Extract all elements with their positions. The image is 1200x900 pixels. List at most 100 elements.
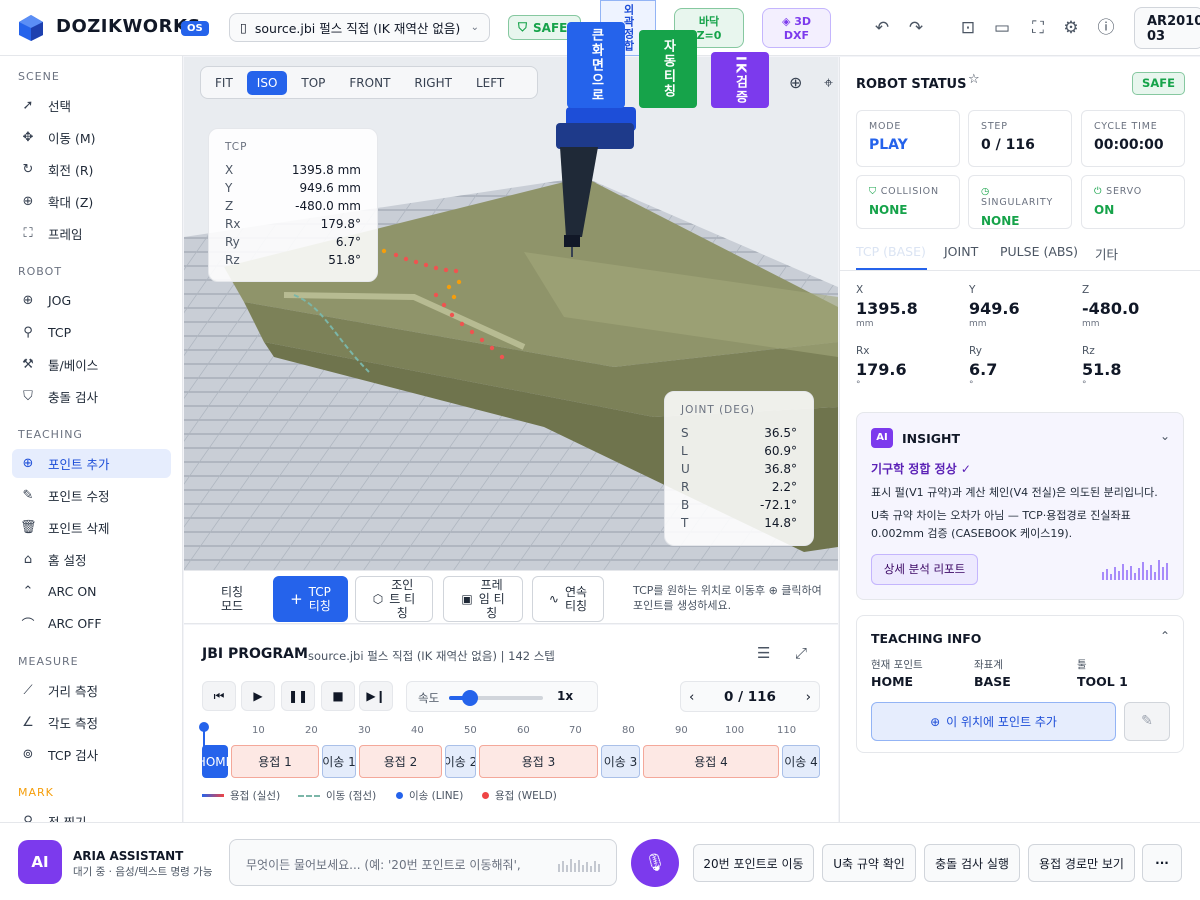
sidebar-item-tcp-check[interactable]: ⊚ TCP 검사 (12, 740, 171, 769)
sidebar-item-angle[interactable]: ∠ 각도 측정 (12, 708, 171, 737)
sidebar-item-mark-point[interactable]: ⚲ 점 찍기 (12, 807, 171, 822)
sidebar-item-add-point[interactable]: ⊕ 포인트 추가 (12, 449, 171, 478)
speed-slider-track[interactable] (449, 690, 543, 706)
add-point-here-button[interactable]: ⊕ 이 위치에 포인트 추가 (871, 702, 1116, 741)
skip-start-button[interactable]: ⏮ (202, 681, 236, 711)
view-tab-right[interactable]: RIGHT (404, 71, 462, 95)
tab-pulse[interactable]: PULSE (ABS) (1000, 244, 1078, 259)
tcp-teach-button[interactable]: + TCP 티칭 (273, 576, 348, 622)
fullscreen-view-button[interactable]: 큰화면으로 (567, 22, 625, 108)
timeline-segment-weld-1[interactable]: 용접 1 (231, 745, 319, 778)
sidebar-item-jog[interactable]: ⊕ JOG (12, 286, 171, 315)
chevron-up-icon[interactable]: ⌃ (1160, 629, 1170, 643)
file-selector[interactable]: ▯ source.jbi 펄스 직접 (IK 재역산 없음) ⌄ (229, 13, 490, 42)
view-tab-front[interactable]: FRONT (339, 71, 400, 95)
current-point-label: 현재 포인트 (871, 659, 923, 671)
timeline-segment-move-3[interactable]: 이송 3 (601, 745, 640, 778)
help-icon[interactable]: ⓘ (1095, 17, 1117, 39)
view-tab-fit[interactable]: FIT (205, 71, 243, 95)
joint-teach-button[interactable]: ⬡ 조인 트 티칭 (355, 576, 433, 622)
assistant-input[interactable]: 무엇이든 물어보세요... (예: '20번 포인트로 이동해줘', (229, 839, 617, 886)
timeline-cursor-knob[interactable] (199, 722, 209, 732)
target-icon[interactable]: ⌖ (824, 73, 833, 93)
sidebar-item-delete-point[interactable]: 🗑 포인트 삭제 (12, 513, 171, 542)
timeline-segment-weld-3[interactable]: 용접 3 (479, 745, 598, 778)
frame-teach-button[interactable]: ▣ 프레 임 티칭 (443, 576, 523, 622)
insight-title: INSIGHT (902, 431, 961, 446)
quick-action-collision[interactable]: 충돌 검사 실행 (924, 844, 1020, 882)
3d-viewport[interactable]: FIT ISO TOP FRONT RIGHT LEFT ⊕ ⌖ TCP X 13… (184, 57, 838, 570)
crosshair-icon[interactable]: ⊕ (789, 73, 802, 92)
sidebar-item-tcp[interactable]: ⚲ TCP (12, 318, 171, 347)
list-icon[interactable]: ☰ (757, 644, 770, 662)
tab-tcp-base[interactable]: TCP (BASE) (856, 244, 926, 259)
timeline-segment-home[interactable]: HOME (202, 745, 228, 778)
speed-value: 1x (557, 689, 574, 703)
arc-on-icon: ⌃ (22, 584, 34, 599)
sidebar-item-select[interactable]: ➚ 선택 (12, 91, 171, 120)
sidebar-item-home[interactable]: ⌂ 홈 설정 (12, 545, 171, 574)
tcp-readout-card: TCP X 1395.8 mm Y 949.6 mm Z -480.0 mm Rx 17… (208, 128, 378, 282)
quick-action-weld-path[interactable]: 용접 경로만 보기 (1028, 844, 1135, 882)
sidebar-item-frame[interactable]: ⛶ 프레임 (12, 219, 171, 248)
tcp-row: X 1395.8 mm (225, 163, 361, 177)
timeline-segment-move-4[interactable]: 이송 4 (782, 745, 820, 778)
dxf-3d-toggle[interactable]: ◈ 3D DXF (762, 8, 831, 48)
more-options-button[interactable]: ··· (1142, 844, 1182, 882)
pause-button[interactable]: ❚❚ (281, 681, 315, 711)
ik-verify-button[interactable]: IK검증 (711, 52, 769, 108)
video-icon[interactable]: ▭ (991, 17, 1013, 39)
fullscreen-icon[interactable]: ⛶ (1027, 17, 1049, 39)
quick-action-u-axis[interactable]: U축 규약 확인 (822, 844, 916, 882)
timeline-segment-weld-4[interactable]: 용접 4 (643, 745, 779, 778)
stop-button[interactable]: ■ (321, 681, 355, 711)
camera-icon[interactable]: ⊡ (957, 17, 979, 39)
joint-readout-card: JOINT (DEG) S 36.5° L 60.9° U 36.8° R 2.2° B… (664, 391, 814, 546)
sidebar-item-collision[interactable]: ⛉ 충돌 검사 (12, 382, 171, 411)
undo-icon[interactable]: ↶ (871, 17, 893, 39)
microphone-button[interactable]: 🎙 (631, 839, 679, 887)
settings-icon[interactable]: ⚙ (1060, 17, 1082, 39)
view-tab-iso[interactable]: ISO (246, 70, 288, 95)
joint-row: B -72.1° (681, 498, 797, 512)
timeline-tick: 40 (411, 725, 424, 736)
wrench-icon: ⚒ (22, 357, 34, 372)
sidebar-item-arc-off[interactable]: ⌒ ARC OFF (12, 609, 171, 638)
sidebar-item-distance[interactable]: ⟋ 거리 측정 (12, 676, 171, 705)
coord-rx: Rx 179.6 ° (856, 345, 907, 390)
view-mode-tabs: FIT ISO TOP FRONT RIGHT LEFT (200, 66, 538, 99)
speed-slider-thumb[interactable] (461, 690, 478, 706)
chevron-left-icon[interactable]: ‹ (689, 689, 694, 705)
sidebar-item-tool-base[interactable]: ⚒ 툴/베이스 (12, 350, 171, 379)
expand-icon[interactable]: ⤢ (795, 644, 807, 662)
sidebar-item-label: JOG (48, 293, 72, 308)
timeline-segment-move-2[interactable]: 이송 2 (445, 745, 476, 778)
edit-point-button[interactable]: ✎ (1124, 702, 1170, 741)
step-forward-button[interactable]: ▶❙ (359, 681, 393, 711)
detail-report-button[interactable]: 상세 분석 리포트 (871, 554, 978, 585)
sidebar-item-move[interactable]: ✥ 이동 (M) (12, 123, 171, 152)
timeline-segment-weld-2[interactable]: 용접 2 (359, 745, 442, 778)
view-tab-top[interactable]: TOP (291, 71, 335, 95)
chevron-right-icon[interactable]: › (806, 689, 811, 705)
quick-action-goto-20[interactable]: 20번 포인트로 이동 (693, 844, 814, 882)
continuous-teach-button[interactable]: ∿ 연속 티칭 (532, 576, 604, 622)
tab-other[interactable]: 기타 (1095, 244, 1118, 263)
dxf-label-2: DXF (783, 29, 810, 42)
sidebar-item-label: 확대 (Z) (48, 195, 94, 210)
tab-joint[interactable]: JOINT (944, 244, 978, 259)
auto-teach-button[interactable]: 자동티칭 (639, 30, 697, 108)
star-icon[interactable]: ☆ (968, 72, 980, 87)
chevron-down-icon[interactable]: ⌄ (1160, 429, 1170, 443)
robot-model-selector[interactable]: AR2010 03 (1134, 7, 1200, 49)
timeline-segment-move-1[interactable]: 이송 1 (322, 745, 356, 778)
sidebar-item-arc-on[interactable]: ⌃ ARC ON (12, 577, 171, 606)
skip-start-icon: ⏮ (213, 688, 225, 703)
view-tab-left[interactable]: LEFT (466, 71, 514, 95)
play-button[interactable]: ▶ (241, 681, 275, 711)
sidebar-item-edit-point[interactable]: ✎ 포인트 수정 (12, 481, 171, 510)
sidebar-item-rotate[interactable]: ↻ 회전 (R) (12, 155, 171, 184)
sidebar-item-zoom[interactable]: ⊕ 확대 (Z) (12, 187, 171, 216)
mode-label: MODE (869, 121, 902, 132)
redo-icon[interactable]: ↷ (905, 17, 927, 39)
